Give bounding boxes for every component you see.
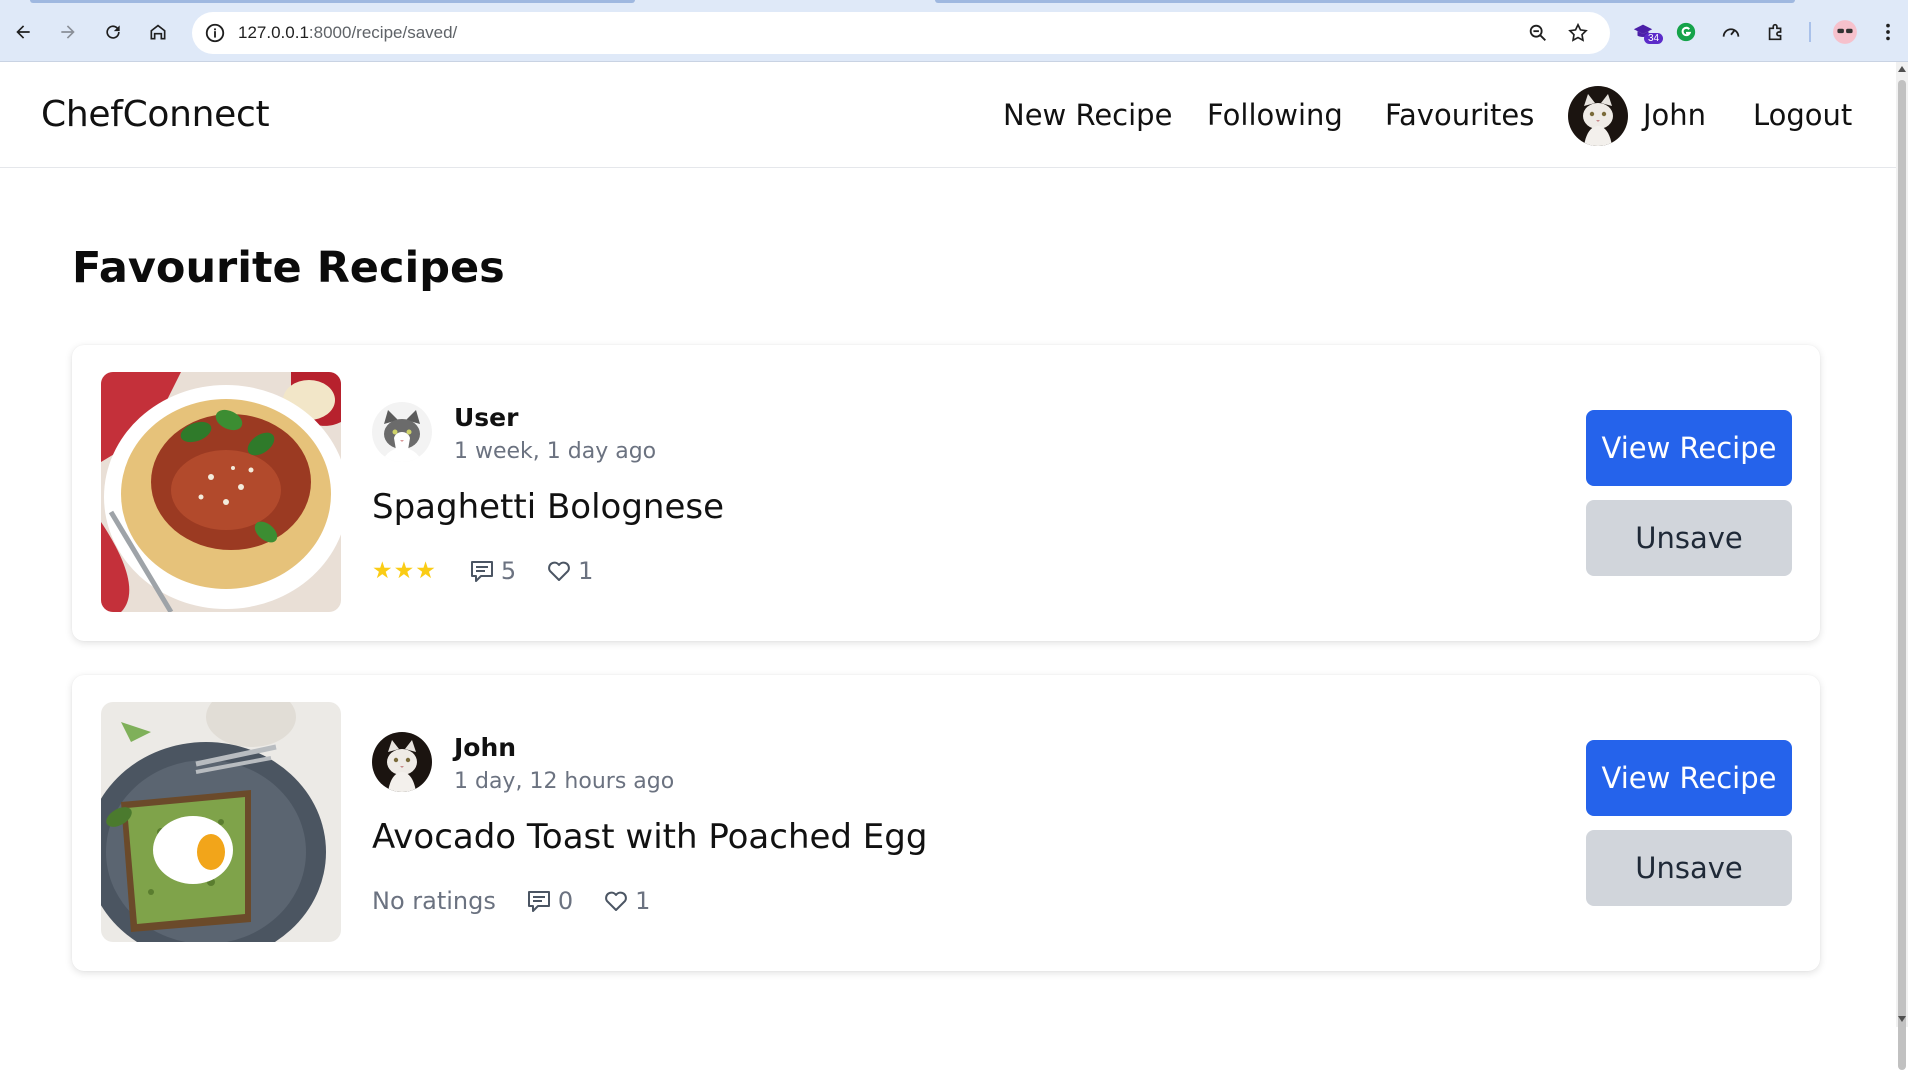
comment-icon <box>470 561 493 582</box>
cat-avatar-icon <box>372 732 432 792</box>
recipe-meta: No ratings 0 1 <box>372 885 680 917</box>
scrollbar-thumb[interactable] <box>1898 80 1906 1070</box>
profile-icon[interactable] <box>1832 19 1858 45</box>
recipe-image[interactable] <box>101 372 341 612</box>
nav-favourites[interactable]: Favourites <box>1385 98 1534 132</box>
like-count: 1 <box>635 887 651 915</box>
author-name[interactable]: John <box>454 733 516 762</box>
grammarly-icon[interactable] <box>1673 19 1699 45</box>
extension-badge: 34 <box>1644 33 1664 44</box>
heart-icon <box>605 891 628 911</box>
avatar[interactable] <box>1568 86 1628 146</box>
site-header: ChefConnect New Recipe Following Favouri… <box>0 62 1896 168</box>
post-time: 1 day, 12 hours ago <box>454 769 675 794</box>
zoom-icon[interactable] <box>1527 22 1549 44</box>
recipe-meta: ★★★ 5 1 <box>372 555 623 587</box>
back-icon[interactable] <box>6 15 40 49</box>
spaghetti-image-icon <box>101 372 341 612</box>
brand-logo[interactable]: ChefConnect <box>41 94 270 135</box>
author-avatar[interactable] <box>372 402 432 462</box>
post-time: 1 week, 1 day ago <box>454 439 657 464</box>
scroll-up-icon[interactable] <box>1898 66 1906 72</box>
view-recipe-button[interactable]: View Recipe <box>1586 410 1792 486</box>
address-bar[interactable]: 127.0.0.1:8000/recipe/saved/ <box>192 12 1610 54</box>
avocado-toast-image-icon <box>101 702 341 942</box>
menu-dots-icon[interactable] <box>1875 19 1901 45</box>
no-ratings-label: No ratings <box>372 887 496 915</box>
scroll-down-icon[interactable] <box>1898 1016 1906 1022</box>
recipe-card: John 1 day, 12 hours ago Avocado Toast w… <box>72 675 1820 971</box>
url-text[interactable]: 127.0.0.1:8000/recipe/saved/ <box>238 23 457 43</box>
forward-icon[interactable] <box>51 15 85 49</box>
tab-indicator[interactable] <box>30 0 635 3</box>
url-path: :8000/recipe/saved/ <box>308 23 458 42</box>
heart-icon <box>548 561 571 581</box>
toolbar-divider <box>1809 22 1811 42</box>
view-recipe-button[interactable]: View Recipe <box>1586 740 1792 816</box>
recipe-image[interactable] <box>101 702 341 942</box>
nav-new-recipe[interactable]: New Recipe <box>1003 98 1172 132</box>
home-icon[interactable] <box>141 15 175 49</box>
author-name[interactable]: User <box>454 403 518 432</box>
comment-count: 5 <box>500 557 517 585</box>
bookmark-star-icon[interactable] <box>1567 22 1589 44</box>
nav-following[interactable]: Following <box>1207 98 1343 132</box>
nav-user-john[interactable]: John <box>1643 98 1706 132</box>
comment-icon <box>527 891 550 912</box>
site-info-icon[interactable] <box>204 22 226 44</box>
unsave-button[interactable]: Unsave <box>1586 830 1792 906</box>
nav-logout[interactable]: Logout <box>1753 98 1852 132</box>
unsave-button[interactable]: Unsave <box>1586 500 1792 576</box>
url-host: 127.0.0.1 <box>238 23 309 42</box>
tab-strip <box>0 0 1908 3</box>
rating-stars: ★★★ <box>372 558 437 584</box>
comment-count: 0 <box>557 887 574 915</box>
recipe-title[interactable]: Avocado Toast with Poached Egg <box>372 817 927 857</box>
speedometer-icon[interactable] <box>1718 19 1744 45</box>
gray-cat-avatar-icon <box>372 402 432 462</box>
extension-icon[interactable]: 34 <box>1630 19 1664 45</box>
like-count: 1 <box>578 557 594 585</box>
page-title: Favourite Recipes <box>72 243 505 293</box>
puzzle-icon[interactable] <box>1763 19 1789 45</box>
page-scrollbar[interactable] <box>1896 62 1908 1070</box>
tab-indicator[interactable] <box>935 0 1795 3</box>
recipe-title[interactable]: Spaghetti Bolognese <box>372 487 724 527</box>
reload-icon[interactable] <box>96 15 130 49</box>
cat-avatar-icon <box>1568 86 1628 146</box>
recipe-card: User 1 week, 1 day ago Spaghetti Bologne… <box>72 345 1820 641</box>
browser-toolbar: 127.0.0.1:8000/recipe/saved/ 34 <box>0 0 1908 62</box>
author-avatar[interactable] <box>372 732 432 792</box>
